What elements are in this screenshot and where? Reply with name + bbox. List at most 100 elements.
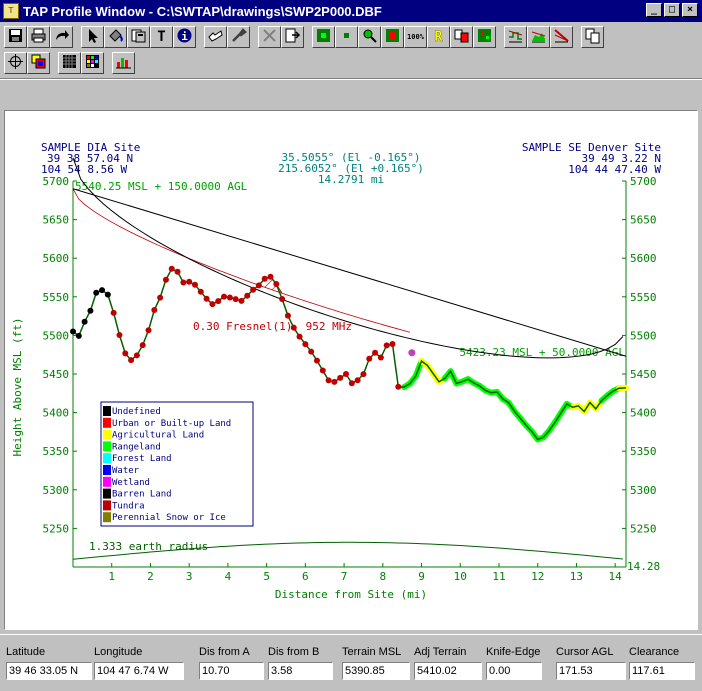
legend-swatch <box>103 465 111 475</box>
copy-button[interactable] <box>581 26 604 48</box>
status-value[interactable]: 5390.85 <box>342 662 410 680</box>
green-square-button[interactable] <box>335 26 358 48</box>
y-tick-label-right: 5550 <box>630 291 657 304</box>
maximize-button[interactable]: □ <box>664 3 680 17</box>
pan-button[interactable] <box>204 26 227 48</box>
legend-label: Water <box>112 466 140 476</box>
fresnel-label: 0.30 Fresnel(1), 952 MHz <box>193 320 352 333</box>
toolbar-divider <box>0 78 702 80</box>
y-tick-label-right: 5650 <box>630 214 657 227</box>
terrain-point <box>313 357 320 364</box>
terrain-point <box>133 352 140 359</box>
pointer-button[interactable] <box>81 26 104 48</box>
tap-app-icon[interactable]: T <box>3 3 19 19</box>
legend-swatch <box>103 417 111 428</box>
letter-r-button[interactable]: R <box>427 26 450 48</box>
terrain-point <box>389 341 396 348</box>
x-axis-label: Distance from Site (mi) <box>275 588 427 601</box>
x-tick-label: 7 <box>341 570 348 583</box>
color-layers-icon <box>30 53 47 73</box>
title-bar: T TAP Profile Window - C:\SWTAP\drawings… <box>0 0 702 22</box>
layers-icon <box>130 27 147 47</box>
pan-icon <box>207 27 224 47</box>
swap-red-button[interactable] <box>450 26 473 48</box>
y-tick-label-left: 5450 <box>43 368 70 381</box>
green-square-icon <box>338 27 355 47</box>
y-tick-label-right: 5700 <box>630 175 657 188</box>
terrain-point <box>226 294 233 301</box>
status-value[interactable]: 10.70 <box>199 662 264 680</box>
terrain-point <box>215 298 222 305</box>
color-grid-button[interactable] <box>81 52 104 74</box>
status-value[interactable]: 3.58 <box>268 662 333 680</box>
terrain-point <box>325 377 332 384</box>
close-button[interactable]: × <box>682 3 698 17</box>
legend-swatch <box>103 429 111 440</box>
fresnel-zone-area <box>72 188 411 333</box>
status-value[interactable]: 5410.02 <box>414 662 482 680</box>
legend-label: Tundra <box>112 501 145 511</box>
legend-swatch <box>103 500 111 511</box>
legend-label: Urban or Built-up Land <box>112 419 231 429</box>
profile-plot-area[interactable]: SAMPLE DIA Site 39 38 57.04 N 104 54 8.5… <box>4 110 698 630</box>
status-value[interactable]: 0.00 <box>486 662 542 680</box>
status-field: Knife-Edge 0.00 <box>486 645 542 680</box>
redo-arrow-button[interactable] <box>50 26 73 48</box>
green-marker-button[interactable] <box>312 26 335 48</box>
y-tick-label-left: 5700 <box>43 175 70 188</box>
diagonal-chart-button[interactable] <box>550 26 573 48</box>
terrain-point <box>284 312 291 319</box>
y-tick-label-left: 5350 <box>43 445 70 458</box>
zoom-100-button[interactable]: 100% <box>404 26 427 48</box>
grid-button[interactable] <box>58 52 81 74</box>
step-chart-button[interactable] <box>504 26 527 48</box>
legend-swatch <box>103 406 111 416</box>
x-tick-label: 2 <box>147 570 154 583</box>
bar-chart-icon <box>115 53 132 73</box>
print-button[interactable] <box>27 26 50 48</box>
status-field: Latitude 39 46 33.05 N <box>6 645 92 680</box>
toolbar-row-2 <box>4 52 135 74</box>
text-button[interactable]: T <box>150 26 173 48</box>
x-tick-label: 3 <box>186 570 193 583</box>
cut-button[interactable] <box>258 26 281 48</box>
green-grid-icon <box>476 27 493 47</box>
terrain-point <box>151 307 158 314</box>
layers-button[interactable] <box>127 26 150 48</box>
crosshair-button[interactable] <box>4 52 27 74</box>
status-value[interactable]: 171.53 <box>556 662 626 680</box>
minimize-button[interactable]: _ <box>646 3 662 17</box>
green-grid-button[interactable] <box>473 26 496 48</box>
terrain-point <box>273 280 280 287</box>
terrain-point <box>395 383 402 390</box>
y-axis-label: Height Above MSL (ft) <box>11 317 24 456</box>
status-value[interactable]: 117.61 <box>629 662 695 680</box>
wrench-button[interactable] <box>227 26 250 48</box>
diagonal-chart-icon <box>553 27 570 47</box>
terrain-point <box>162 276 169 283</box>
color-layers-button[interactable] <box>27 52 50 74</box>
terrain-point <box>267 273 274 280</box>
terrain-point <box>337 374 344 381</box>
status-label: Clearance <box>629 646 680 658</box>
terrain-point <box>203 295 210 302</box>
print-icon <box>30 27 47 47</box>
status-label: Adj Terrain <box>414 646 467 658</box>
toolbar-separator <box>496 26 504 48</box>
red-marker-icon <box>384 27 401 47</box>
bar-chart-button[interactable] <box>112 52 135 74</box>
export-button[interactable] <box>281 26 304 48</box>
status-value[interactable]: 104 47 6.74 W <box>94 662 184 680</box>
info-button[interactable]: i <box>173 26 196 48</box>
red-marker-button[interactable] <box>381 26 404 48</box>
area-chart-button[interactable] <box>527 26 550 48</box>
save-button[interactable] <box>4 26 27 48</box>
status-field: Cursor AGL 171.53 <box>556 645 626 680</box>
green-magnify-button[interactable] <box>358 26 381 48</box>
status-value[interactable]: 39 46 33.05 N <box>6 662 92 680</box>
y-tick-label-left: 5650 <box>43 214 70 227</box>
paint-bucket-button[interactable] <box>104 26 127 48</box>
step-chart-icon <box>507 27 524 47</box>
terrain-point <box>87 307 94 314</box>
y-tick-label-left: 5550 <box>43 291 70 304</box>
